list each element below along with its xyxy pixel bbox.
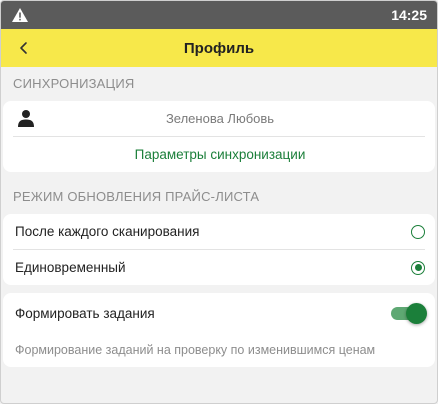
radio-button-unselected[interactable]: [411, 224, 425, 239]
user-icon: [17, 109, 35, 127]
tasks-toggle-switch[interactable]: [391, 303, 427, 324]
toggle-thumb: [406, 303, 427, 324]
sync-section-header: СИНХРОНИЗАЦИЯ: [13, 76, 135, 91]
radio-option-label: После каждого сканирования: [15, 224, 200, 239]
tasks-toggle-label: Формировать задания: [15, 305, 155, 321]
chevron-left-icon[interactable]: [13, 37, 35, 59]
phone-screen: 14:25 Профиль СИНХРОНИЗАЦИЯ Зеленова Люб…: [0, 0, 438, 404]
sync-settings-link[interactable]: Параметры синхронизации: [3, 137, 435, 172]
tasks-toggle-row[interactable]: Формировать задания: [3, 293, 435, 333]
radio-option-one-time[interactable]: Единовременный: [3, 250, 435, 285]
price-update-card: После каждого сканирования Единовременны…: [3, 214, 435, 285]
tasks-card: Формировать задания Формирование заданий…: [3, 293, 435, 367]
user-row: Зеленова Любовь: [3, 101, 435, 136]
price-update-section-header: РЕЖИМ ОБНОВЛЕНИЯ ПРАЙС-ЛИСТА: [13, 189, 260, 204]
status-bar: 14:25: [1, 1, 437, 29]
radio-option-label: Единовременный: [15, 260, 126, 275]
radio-option-each-scan[interactable]: После каждого сканирования: [3, 214, 435, 249]
page-title: Профиль: [183, 39, 255, 57]
tasks-description: Формирование заданий на проверку по изме…: [15, 343, 376, 357]
radio-selected-dot: [414, 264, 422, 271]
radio-button-selected[interactable]: [411, 260, 425, 275]
app-bar: Профиль: [1, 29, 437, 67]
warning-icon: [11, 7, 29, 23]
status-time: 14:25: [391, 7, 427, 23]
sync-card: Зеленова Любовь Параметры синхронизации: [3, 101, 435, 172]
user-name: Зеленова Любовь: [165, 111, 275, 126]
